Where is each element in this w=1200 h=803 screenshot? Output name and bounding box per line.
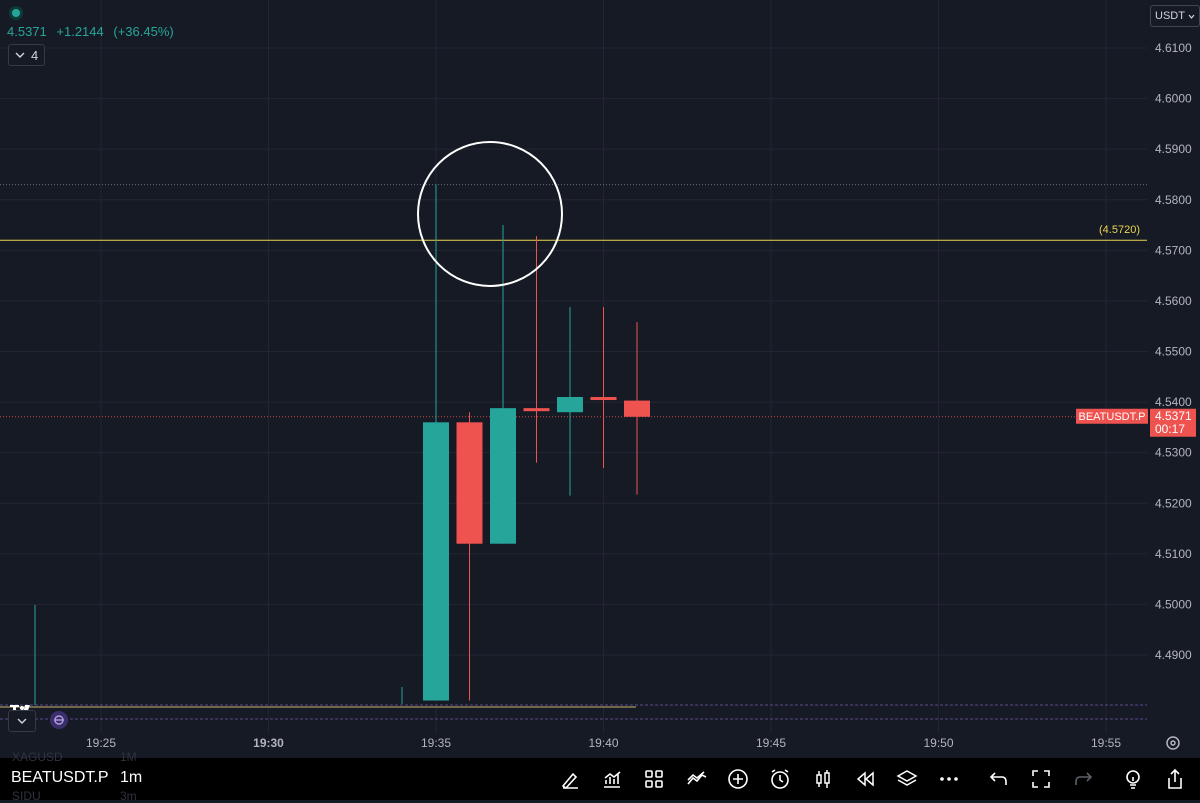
collapse-panel-button[interactable] bbox=[8, 710, 36, 732]
candle-body bbox=[423, 422, 449, 701]
indicator-symbol-icon bbox=[54, 715, 64, 725]
redo-icon[interactable] bbox=[1069, 765, 1097, 793]
ghost-symbol-above: XAGUSD bbox=[12, 750, 63, 764]
x-tick-label: 19:55 bbox=[1091, 736, 1121, 750]
indicators-icon[interactable] bbox=[683, 765, 711, 793]
ideas-bulb-icon[interactable] bbox=[1119, 765, 1147, 793]
chevron-down-icon bbox=[15, 52, 25, 58]
candle-body bbox=[590, 397, 617, 401]
y-tick-label: 4.6100 bbox=[1155, 41, 1192, 55]
alert-clock-icon[interactable] bbox=[766, 765, 794, 793]
y-tick-label: 4.5400 bbox=[1155, 395, 1192, 409]
y-tick-label: 4.5500 bbox=[1155, 345, 1192, 359]
candle-body bbox=[490, 408, 516, 544]
indicator-icon[interactable] bbox=[50, 711, 68, 729]
x-tick-label: 19:40 bbox=[588, 736, 618, 750]
y-tick-label: 4.5200 bbox=[1155, 496, 1192, 510]
symbol-price-tag-label: BEATUSDT.P bbox=[1078, 411, 1145, 423]
y-tick-label: 4.5700 bbox=[1155, 243, 1192, 257]
y-tick-label: 4.6000 bbox=[1155, 92, 1192, 106]
bottom-toolbar: XAGUSD 1M BEATUSDT.P 1m SIDU 3m bbox=[0, 750, 1200, 803]
grid-layout-icon[interactable] bbox=[640, 765, 668, 793]
add-icon[interactable] bbox=[724, 765, 752, 793]
ghost-interval-above: 1M bbox=[120, 750, 137, 764]
share-icon[interactable] bbox=[1161, 765, 1189, 793]
fullscreen-icon[interactable] bbox=[1027, 765, 1055, 793]
chevron-down-icon bbox=[1188, 14, 1195, 19]
last-price: 4.5371 bbox=[7, 24, 47, 39]
indicators-toggle-button[interactable]: 4 bbox=[8, 44, 46, 66]
x-tick-label: 19:45 bbox=[756, 736, 786, 750]
candle-body bbox=[456, 422, 483, 544]
y-tick-label: 4.5900 bbox=[1155, 142, 1192, 156]
y-tick-label: 4.4900 bbox=[1155, 648, 1192, 662]
currency-label: USDT bbox=[1155, 10, 1185, 22]
price-chart[interactable]: 4.6100 4.6000 4.5900 4.5800 4.5700 4.5600 4.55… bbox=[0, 0, 1200, 758]
undo-icon[interactable] bbox=[985, 765, 1013, 793]
replay-icon[interactable] bbox=[851, 765, 879, 793]
chart-settings-icon[interactable] bbox=[1163, 733, 1183, 753]
drawing-pen-icon[interactable] bbox=[556, 765, 584, 793]
y-tick-label: 4.5000 bbox=[1155, 597, 1192, 611]
x-tick-label: 19:25 bbox=[86, 736, 116, 750]
y-tick-label: 4.5100 bbox=[1155, 547, 1192, 561]
currency-select[interactable]: USDT bbox=[1150, 5, 1200, 27]
price-change: +1.2144 bbox=[56, 24, 104, 39]
interval-button[interactable]: 1m bbox=[120, 769, 142, 787]
price-change-percent: (+36.45%) bbox=[113, 24, 174, 39]
alert-level-label: (4.5720) bbox=[1099, 224, 1140, 236]
candle-body bbox=[557, 397, 583, 413]
countdown-timer: 00:17 bbox=[1155, 422, 1185, 436]
last-price-tag-value: 4.5371 bbox=[1155, 409, 1192, 423]
y-tick-label: 4.5800 bbox=[1155, 193, 1192, 207]
ghost-symbol-below: SIDU bbox=[12, 789, 41, 803]
indicators-count: 4 bbox=[31, 47, 39, 63]
x-tick-label: 19:50 bbox=[923, 736, 953, 750]
x-tick-label: 19:35 bbox=[421, 736, 451, 750]
symbol-button[interactable]: BEATUSDT.P bbox=[11, 769, 109, 787]
y-tick-label: 4.5600 bbox=[1155, 294, 1192, 308]
candle-body bbox=[624, 400, 650, 417]
annotation-circle bbox=[417, 141, 563, 287]
more-icon[interactable] bbox=[935, 765, 963, 793]
y-tick-label: 4.5300 bbox=[1155, 446, 1192, 460]
market-status-icon bbox=[9, 6, 23, 20]
price-summary: 4.5371 +1.2144 (+36.45%) bbox=[7, 24, 180, 39]
candle-body bbox=[523, 408, 550, 412]
layers-icon[interactable] bbox=[893, 765, 921, 793]
x-tick-label: 19:30 bbox=[253, 736, 284, 750]
ghost-interval-below: 3m bbox=[120, 789, 137, 803]
chevron-down-icon bbox=[17, 718, 27, 724]
chart-type-icon[interactable] bbox=[598, 765, 626, 793]
candles-icon[interactable] bbox=[809, 765, 837, 793]
